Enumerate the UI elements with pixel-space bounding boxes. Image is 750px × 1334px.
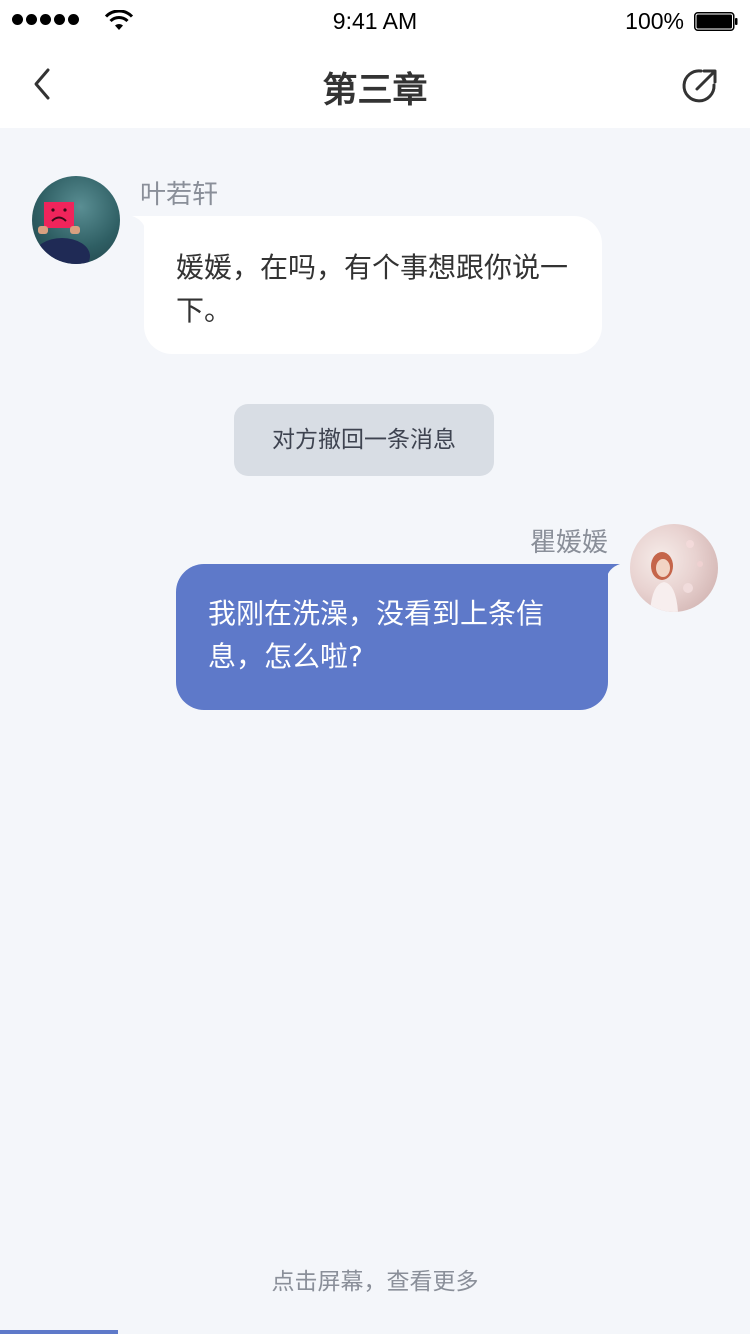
- recall-notice: 对方撤回一条消息: [234, 404, 494, 476]
- reading-progress-fill: [0, 1330, 118, 1334]
- navigation-bar: 第三章: [0, 44, 750, 128]
- page-title: 第三章: [322, 71, 428, 111]
- reading-progress-bar: [0, 1330, 750, 1334]
- battery-icon: [694, 12, 738, 31]
- status-bar: 9:41 AM 100%: [0, 0, 750, 44]
- girl-portrait-image: [650, 540, 703, 612]
- battery-percentage: 100%: [625, 8, 684, 34]
- sender-name: 瞿媛媛: [529, 528, 608, 558]
- sender-name: 叶若轩: [140, 180, 219, 210]
- avatar[interactable]: [630, 524, 718, 612]
- message-bubble-incoming[interactable]: 媛媛，在吗，有个事想跟你说一下。: [144, 216, 602, 354]
- chat-screen[interactable]: 9:41 AM 100% 第三章 叶若轩 媛媛，在吗，有个事想跟你说一下。 对方…: [0, 0, 750, 1334]
- share-button[interactable]: [678, 64, 722, 108]
- share-external-icon: [682, 69, 717, 103]
- message-bubble-outgoing[interactable]: 我刚在洗澡，没看到上条信息，怎么啦?: [176, 564, 608, 710]
- person-holding-sign-image: [34, 202, 90, 264]
- avatar[interactable]: [32, 176, 120, 264]
- tap-to-continue-hint[interactable]: 点击屏幕，查看更多: [0, 1262, 750, 1296]
